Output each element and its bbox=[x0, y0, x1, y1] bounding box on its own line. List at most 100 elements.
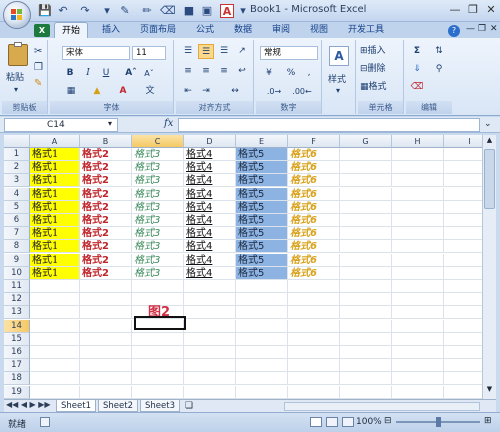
cell-d15[interactable] bbox=[184, 332, 236, 346]
percent-button[interactable]: % bbox=[284, 66, 298, 81]
cell-d3[interactable]: 格式4 bbox=[184, 174, 236, 188]
format-painter-icon[interactable]: ✎ bbox=[34, 78, 42, 89]
cell-c10[interactable]: 格式3 bbox=[132, 266, 184, 280]
ribbon-minimize-icon[interactable]: — bbox=[466, 24, 475, 34]
cell-g12[interactable] bbox=[340, 293, 392, 307]
align-center-icon[interactable]: ≡ bbox=[198, 64, 214, 79]
tab-developer[interactable]: 开发工具 bbox=[342, 22, 390, 38]
column-header-b[interactable]: B bbox=[80, 135, 132, 148]
align-right-icon[interactable]: ≡ bbox=[216, 64, 232, 79]
insert-function-button[interactable]: fx bbox=[164, 118, 173, 129]
cell-c7[interactable]: 格式3 bbox=[132, 227, 184, 241]
cell-f12[interactable] bbox=[288, 293, 340, 307]
cell-c2[interactable]: 格式3 bbox=[132, 161, 184, 175]
cell-g18[interactable] bbox=[340, 372, 392, 386]
cell-e8[interactable]: 格式5 bbox=[236, 240, 288, 254]
cell-f16[interactable] bbox=[288, 346, 340, 359]
cell-i5[interactable] bbox=[444, 201, 482, 214]
normal-view-icon[interactable] bbox=[310, 417, 322, 427]
column-header-a[interactable]: A bbox=[30, 135, 80, 148]
row-header-11[interactable]: 11 bbox=[4, 280, 30, 293]
cell-b13[interactable] bbox=[80, 306, 132, 320]
font-color-button-icon[interactable]: A bbox=[116, 84, 130, 99]
cell-a10[interactable]: 格式1 bbox=[30, 266, 80, 280]
cell-a9[interactable]: 格式1 bbox=[30, 253, 80, 267]
cell-f13[interactable] bbox=[288, 306, 340, 320]
cell-b12[interactable] bbox=[80, 293, 132, 307]
cell-g8[interactable] bbox=[340, 240, 392, 254]
cell-e9[interactable]: 格式5 bbox=[236, 253, 288, 267]
cell-d5[interactable]: 格式4 bbox=[184, 200, 236, 214]
column-header-c[interactable]: C bbox=[132, 135, 184, 148]
active-cell-c14[interactable] bbox=[134, 316, 186, 330]
orientation-icon[interactable]: ↗ bbox=[234, 44, 250, 59]
cell-h12[interactable] bbox=[392, 293, 444, 307]
cell-a8[interactable]: 格式1 bbox=[30, 240, 80, 254]
cell-b17[interactable] bbox=[80, 359, 132, 373]
cell-f8[interactable]: 格式6 bbox=[288, 240, 340, 254]
cell-e19[interactable] bbox=[236, 385, 288, 399]
cell-h18[interactable] bbox=[392, 372, 444, 386]
clear-icon[interactable]: ⌫ bbox=[410, 80, 424, 95]
styles-icon[interactable]: A bbox=[329, 46, 349, 66]
align-bottom-icon[interactable]: ☰ bbox=[216, 44, 232, 59]
cell-b18[interactable] bbox=[80, 372, 132, 386]
merge-center-icon[interactable]: ↔ bbox=[224, 84, 246, 99]
minimize-icon[interactable]: — bbox=[448, 3, 462, 17]
increase-indent-icon[interactable]: ⇥ bbox=[198, 84, 214, 99]
sheet-nav-arrows-icon[interactable]: ◀◀ ◀ ▶ ▶▶ bbox=[6, 400, 51, 409]
cell-i8[interactable] bbox=[444, 240, 482, 254]
copy-icon[interactable]: ❐ bbox=[34, 62, 43, 73]
cell-c17[interactable] bbox=[132, 359, 184, 373]
paste-label[interactable]: 粘贴 bbox=[6, 70, 24, 83]
cell-f11[interactable] bbox=[288, 280, 340, 293]
cell-e1[interactable]: 格式5 bbox=[236, 148, 288, 161]
cell-f17[interactable] bbox=[288, 359, 340, 373]
row-header-5[interactable]: 5 bbox=[4, 200, 30, 214]
zoom-slider-thumb[interactable] bbox=[436, 417, 441, 427]
cell-c19[interactable] bbox=[132, 385, 184, 399]
tab-page-layout[interactable]: 页面布局 bbox=[134, 22, 182, 38]
cell-d19[interactable] bbox=[184, 385, 236, 399]
cell-h3[interactable] bbox=[392, 174, 444, 188]
cell-a7[interactable]: 格式1 bbox=[30, 227, 80, 241]
cell-a14[interactable] bbox=[30, 319, 80, 333]
eraser-icon[interactable]: ⌫ bbox=[160, 4, 176, 18]
currency-icon[interactable]: ¥ bbox=[260, 66, 278, 81]
cell-d2[interactable]: 格式4 bbox=[184, 161, 236, 175]
cell-i4[interactable] bbox=[444, 188, 482, 201]
cell-b6[interactable]: 格式2 bbox=[80, 214, 132, 227]
cell-b19[interactable] bbox=[80, 385, 132, 399]
cell-e18[interactable] bbox=[236, 372, 288, 386]
cell-e4[interactable]: 格式5 bbox=[236, 187, 288, 201]
cell-h9[interactable] bbox=[392, 253, 444, 267]
insert-cells-button[interactable]: ⊞插入 bbox=[360, 44, 400, 59]
dropdown-icon[interactable]: ▾ bbox=[236, 4, 250, 18]
column-header-e[interactable]: E bbox=[236, 135, 288, 148]
cell-c9[interactable]: 格式3 bbox=[132, 253, 184, 267]
cell-h5[interactable] bbox=[392, 200, 444, 214]
cell-b15[interactable] bbox=[80, 332, 132, 346]
sort-filter-icon[interactable]: ⇅ bbox=[430, 44, 448, 59]
row-header-8[interactable]: 8 bbox=[4, 240, 30, 254]
cell-b11[interactable] bbox=[80, 280, 132, 293]
decrease-decimal-icon[interactable]: .00← bbox=[290, 84, 314, 99]
cell-b7[interactable]: 格式2 bbox=[80, 227, 132, 241]
vertical-scrollbar[interactable]: ▲ ▼ bbox=[482, 135, 496, 399]
tab-review[interactable]: 审阅 bbox=[266, 22, 296, 38]
cell-i13[interactable] bbox=[444, 306, 482, 320]
cell-b9[interactable]: 格式2 bbox=[80, 253, 132, 267]
cell-e10[interactable]: 格式5 bbox=[236, 266, 288, 280]
cell-h1[interactable] bbox=[392, 148, 444, 161]
cell-d9[interactable]: 格式4 bbox=[184, 253, 236, 267]
sheet-tab-sheet3[interactable]: Sheet3 bbox=[140, 400, 180, 412]
column-header-i[interactable]: I bbox=[444, 135, 482, 148]
cell-a2[interactable]: 格式1 bbox=[30, 161, 80, 175]
row-header-12[interactable]: 12 bbox=[4, 293, 30, 307]
styles-label[interactable]: 样式 bbox=[328, 72, 346, 85]
cell-f10[interactable]: 格式6 bbox=[288, 266, 340, 280]
cell-h2[interactable] bbox=[392, 161, 444, 175]
cell-h13[interactable] bbox=[392, 306, 444, 320]
scroll-down-icon[interactable]: ▼ bbox=[484, 385, 495, 396]
row-header-16[interactable]: 16 bbox=[4, 346, 30, 359]
